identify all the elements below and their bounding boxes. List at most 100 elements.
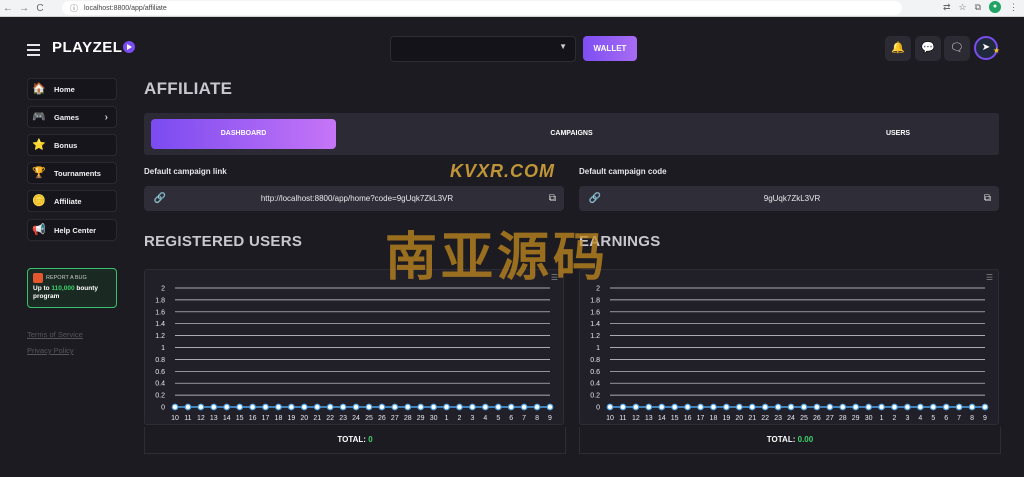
campaign-code-value: 9gUqk7ZkL3VR xyxy=(763,194,821,203)
sidebar-item-label: Help Center xyxy=(54,225,97,235)
data-point xyxy=(197,403,205,411)
messages-icon[interactable]: 🗨 xyxy=(944,36,970,61)
x-tick-label: 17 xyxy=(697,415,705,422)
report-prefix: Up to xyxy=(33,285,52,292)
sidebar-item-affiliate[interactable]: 🪙 Affiliate xyxy=(27,190,117,212)
site-info-icon[interactable]: ⓘ xyxy=(70,3,78,14)
sidebar-item-tournaments[interactable]: 🏆 Tournaments xyxy=(27,162,117,184)
x-tick-label: 25 xyxy=(365,415,373,422)
forward-button[interactable]: → xyxy=(16,3,32,14)
data-point xyxy=(249,403,256,411)
data-point xyxy=(774,403,782,411)
x-tick-label: 7 xyxy=(957,415,961,422)
avatar[interactable]: ➤ ★ xyxy=(974,36,1000,60)
x-tick-label: 15 xyxy=(236,415,244,422)
y-tick-label: 2 xyxy=(161,286,165,293)
data-point xyxy=(852,403,860,411)
x-tick-label: 25 xyxy=(800,415,808,422)
chat-icon[interactable]: 💬 xyxy=(915,36,941,61)
data-point xyxy=(761,403,769,411)
x-tick-label: 8 xyxy=(970,415,974,422)
y-tick-label: 0.6 xyxy=(590,369,600,376)
earnings-total: TOTAL: 0.00 xyxy=(579,427,1001,454)
data-point xyxy=(443,403,450,411)
x-tick-label: 8 xyxy=(535,415,539,422)
browser-toolbar: ← → C ⓘ localhost:8800/app/affiliate ⇄ ☆… xyxy=(0,0,1024,17)
x-tick-label: 27 xyxy=(391,415,399,422)
terms-link[interactable]: Terms of Service xyxy=(27,330,83,339)
x-tick-label: 12 xyxy=(632,415,640,422)
browser-menu-icon[interactable]: ⋮ xyxy=(1009,2,1018,13)
campaign-link-field: 🔗 http://localhost:8800/app/home?code=9g… xyxy=(144,186,564,211)
x-tick-label: 11 xyxy=(184,415,191,422)
x-tick-label: 7 xyxy=(522,415,526,422)
bookmark-star-icon[interactable]: ☆ xyxy=(958,2,966,13)
privacy-link[interactable]: Privacy Policy xyxy=(27,346,74,355)
campaign-link-value: http://localhost:8800/app/home?code=9gUq… xyxy=(260,194,454,203)
data-point xyxy=(520,403,528,411)
sidebar-item-help-center[interactable]: 📢 Help Center xyxy=(27,219,117,241)
bell-icon[interactable]: 🔔 xyxy=(885,36,911,61)
translate-icon[interactable]: ⇄ xyxy=(943,2,951,13)
extensions-icon[interactable]: ⧉ xyxy=(975,2,981,13)
wallet-button[interactable]: WALLET xyxy=(583,36,637,61)
hamburger-menu-icon[interactable] xyxy=(27,44,40,59)
x-tick-label: 12 xyxy=(197,415,205,422)
tab-users[interactable]: USERS xyxy=(804,119,992,149)
currency-select[interactable]: ▼ xyxy=(390,36,576,62)
data-point xyxy=(184,403,192,411)
profile-icon[interactable]: ● xyxy=(989,1,1001,13)
tab-campaigns[interactable]: CAMPAIGNS xyxy=(474,119,669,149)
chevron-right-icon: › xyxy=(104,111,108,123)
earnings-chart: 0 0.2 0.4 0.6 0.8 1 1.2 1.4 1.6 1.8 2 10 11 12 13 14 15 1… xyxy=(579,269,999,425)
x-tick-label: 28 xyxy=(839,415,847,422)
tab-dashboard[interactable]: DASHBOARD xyxy=(151,119,336,149)
sidebar-item-label: Home xyxy=(54,84,75,94)
y-tick-label: 0.8 xyxy=(155,357,165,364)
logo-play-icon xyxy=(123,41,136,53)
link-icon: 🔗 xyxy=(153,193,167,204)
url-text: localhost:8800/app/affiliate xyxy=(84,4,167,12)
data-point xyxy=(722,403,730,411)
sidebar-item-bonus[interactable]: ⭐ Bonus xyxy=(27,134,117,156)
registered-total-value: 0 xyxy=(368,435,373,444)
y-tick-label: 1.2 xyxy=(590,333,600,340)
x-tick-label: 15 xyxy=(671,415,679,422)
sidebar-item-games[interactable]: 🎮 Games › xyxy=(27,106,117,128)
address-bar[interactable]: ⓘ localhost:8800/app/affiliate xyxy=(62,1,902,15)
campaign-link-label: Default campaign link xyxy=(144,167,227,176)
campaign-code-field: 🔗 9gUqk7ZkL3VR ⧉ xyxy=(579,186,999,211)
data-point xyxy=(494,403,502,411)
sidebar-item-label: Tournaments xyxy=(54,168,101,178)
sidebar-item-home[interactable]: 🏠 Home xyxy=(27,78,117,100)
data-point xyxy=(904,403,911,411)
y-tick-label: 0.6 xyxy=(155,369,165,376)
x-tick-label: 6 xyxy=(944,415,948,422)
data-point xyxy=(968,403,976,411)
report-bug-card[interactable]: REPORT A BUG Up to 110,000 bounty progra… xyxy=(27,268,117,308)
x-tick-label: 30 xyxy=(865,415,873,422)
watermark-domain: KVXR.COM xyxy=(450,161,556,181)
x-tick-label: 14 xyxy=(223,415,231,422)
earnings-total-value: 0.00 xyxy=(797,435,814,444)
x-tick-label: 1 xyxy=(880,415,884,422)
y-tick-label: 0.4 xyxy=(590,381,600,388)
watermark-text: 南亚源码 xyxy=(385,228,610,288)
copy-icon[interactable]: ⧉ xyxy=(549,186,556,211)
data-point xyxy=(210,403,218,411)
back-button[interactable]: ← xyxy=(0,3,16,14)
y-tick-label: 0 xyxy=(161,405,165,412)
copy-icon[interactable]: ⧉ xyxy=(984,186,991,211)
data-point xyxy=(352,403,360,411)
data-point xyxy=(365,403,373,411)
x-tick-label: 4 xyxy=(918,415,922,422)
x-tick-label: 21 xyxy=(313,415,321,422)
data-point xyxy=(313,403,321,411)
data-point xyxy=(481,403,489,411)
report-title: REPORT A BUG xyxy=(46,275,87,281)
reload-button[interactable]: C xyxy=(32,3,48,14)
x-tick-label: 30 xyxy=(430,415,438,422)
browser-actions: ⇄ ☆ ⧉ ● ⋮ xyxy=(943,1,1018,13)
logo[interactable]: PLAYZEL xyxy=(52,39,136,56)
chart-menu-icon[interactable]: ☰ xyxy=(986,273,993,282)
